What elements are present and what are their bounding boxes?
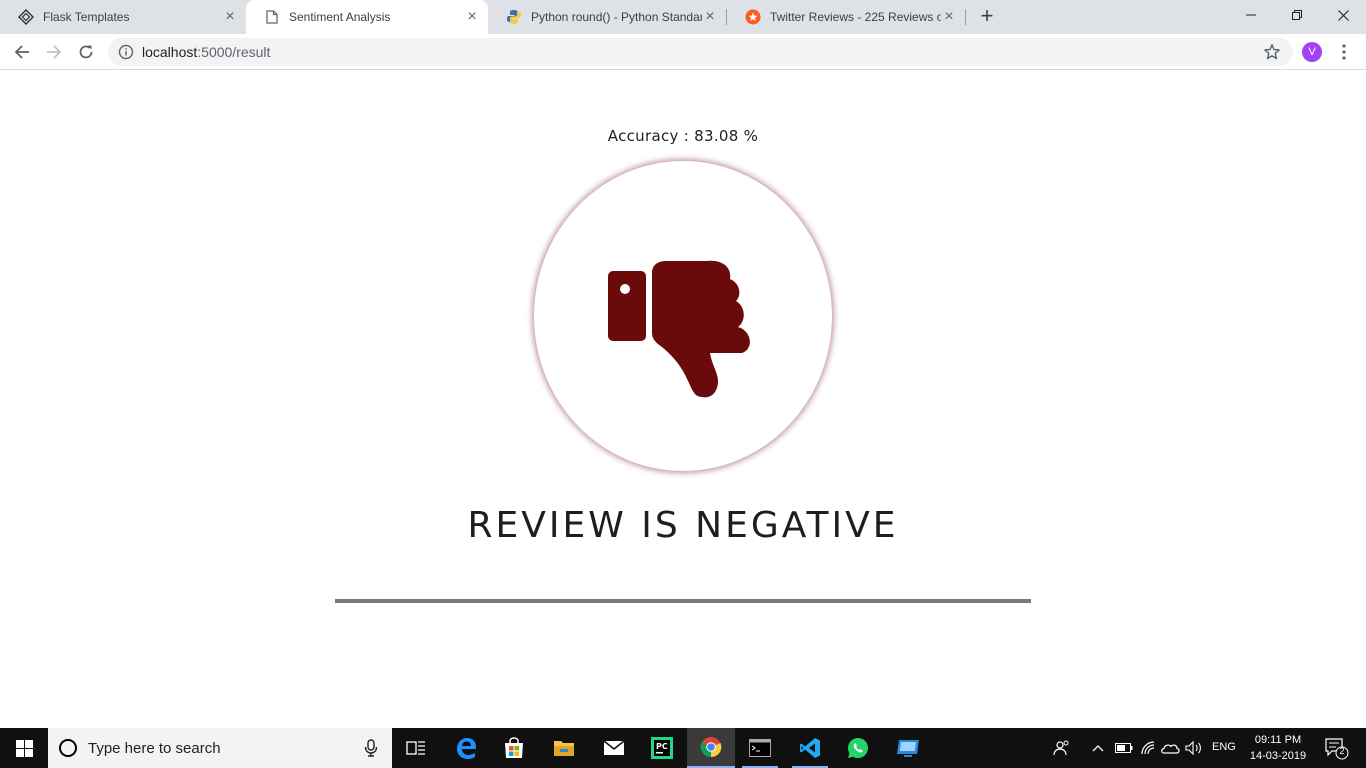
onedrive-icon[interactable]: [1160, 738, 1180, 758]
sentiment-verdict: REVIEW IS NEGATIVE: [467, 505, 899, 546]
task-view-icon[interactable]: [392, 728, 440, 768]
python-icon: [506, 9, 522, 25]
search-placeholder: Type here to search: [88, 740, 221, 757]
chevron-up-icon[interactable]: [1088, 738, 1108, 758]
browser-menu-icon[interactable]: [1334, 40, 1354, 64]
new-tab-button[interactable]: +: [976, 3, 998, 28]
forward-button[interactable]: [42, 40, 66, 64]
edge-browser-icon[interactable]: [442, 728, 490, 768]
minimize-button[interactable]: [1228, 0, 1274, 30]
page-content: Accuracy : 83.08 % REVIEW IS NEGATIVE: [0, 71, 1366, 728]
reviews-icon: [745, 9, 761, 25]
wifi-icon[interactable]: [1138, 738, 1158, 758]
close-icon[interactable]: ×: [222, 8, 238, 25]
flask-icon: [18, 9, 34, 25]
divider-line: [335, 599, 1031, 603]
clock-time: 09:11 PM: [1254, 734, 1302, 746]
close-icon[interactable]: ×: [702, 8, 718, 25]
url-text[interactable]: localhost:5000/result: [142, 44, 270, 60]
battery-icon[interactable]: [1114, 738, 1134, 758]
reload-button[interactable]: [74, 40, 98, 64]
url-path: :5000/result: [197, 44, 271, 60]
browser-toolbar: localhost:5000/result V: [0, 34, 1366, 70]
command-prompt-icon[interactable]: [736, 728, 784, 768]
file-explorer-icon[interactable]: [540, 728, 588, 768]
tab-python-round[interactable]: Python round() - Python Standard ×: [488, 0, 726, 34]
tab-flask-templates[interactable]: Flask Templates ×: [0, 0, 246, 34]
taskbar-search-box[interactable]: Type here to search: [48, 728, 392, 768]
tab-title: Python round() - Python Standard: [531, 10, 702, 24]
svg-text:PC: PC: [656, 742, 668, 751]
action-center-icon[interactable]: 2: [1320, 736, 1350, 760]
thumbs-down-icon: [608, 260, 750, 398]
result-circle: [534, 161, 832, 471]
tab-separator: [965, 9, 966, 25]
clock-date: 14-03-2019: [1249, 750, 1307, 762]
profile-avatar[interactable]: V: [1302, 42, 1322, 62]
volume-icon[interactable]: [1184, 738, 1204, 758]
system-clock[interactable]: 09:11 PM 14-03-2019: [1244, 732, 1312, 764]
mail-icon[interactable]: [590, 728, 638, 768]
info-icon[interactable]: [118, 44, 134, 60]
tab-title: Sentiment Analysis: [289, 10, 391, 24]
whatsapp-icon[interactable]: [834, 728, 882, 768]
language-indicator[interactable]: ENG: [1212, 741, 1236, 753]
vscode-icon[interactable]: [786, 728, 834, 768]
tab-strip: Flask Templates × Sentiment Analysis × P…: [0, 0, 1366, 34]
windows-start-icon[interactable]: [0, 728, 48, 768]
url-host: localhost: [142, 44, 198, 60]
close-window-button[interactable]: [1320, 0, 1366, 30]
chrome-icon[interactable]: [687, 728, 735, 768]
tab-sentiment-analysis[interactable]: Sentiment Analysis ×: [246, 0, 488, 34]
tab-title: Twitter Reviews - 225 Reviews of: [770, 10, 941, 24]
accuracy-text: Accuracy : 83.08 %: [607, 127, 759, 145]
notification-count: 2: [1339, 746, 1345, 756]
restore-button[interactable]: [1274, 0, 1320, 30]
tab-twitter-reviews[interactable]: Twitter Reviews - 225 Reviews of ×: [727, 0, 965, 34]
profile-initial: V: [1308, 46, 1316, 58]
pycharm-icon[interactable]: PC: [638, 728, 686, 768]
bookmark-star-icon[interactable]: [1263, 43, 1281, 61]
address-bar[interactable]: localhost:5000/result: [108, 38, 1293, 66]
microphone-icon[interactable]: [364, 739, 378, 757]
store-icon[interactable]: [490, 728, 538, 768]
close-icon[interactable]: ×: [941, 8, 957, 25]
back-button[interactable]: [10, 40, 34, 64]
page-icon: [264, 9, 280, 25]
windows-taskbar: Type here to search PC ENG 09:11 PM 14-0…: [0, 728, 1366, 768]
people-icon[interactable]: [1052, 738, 1072, 758]
remote-desktop-icon[interactable]: [884, 728, 932, 768]
cortana-icon: [59, 739, 77, 757]
tab-title: Flask Templates: [43, 10, 130, 24]
close-icon[interactable]: ×: [464, 8, 480, 25]
